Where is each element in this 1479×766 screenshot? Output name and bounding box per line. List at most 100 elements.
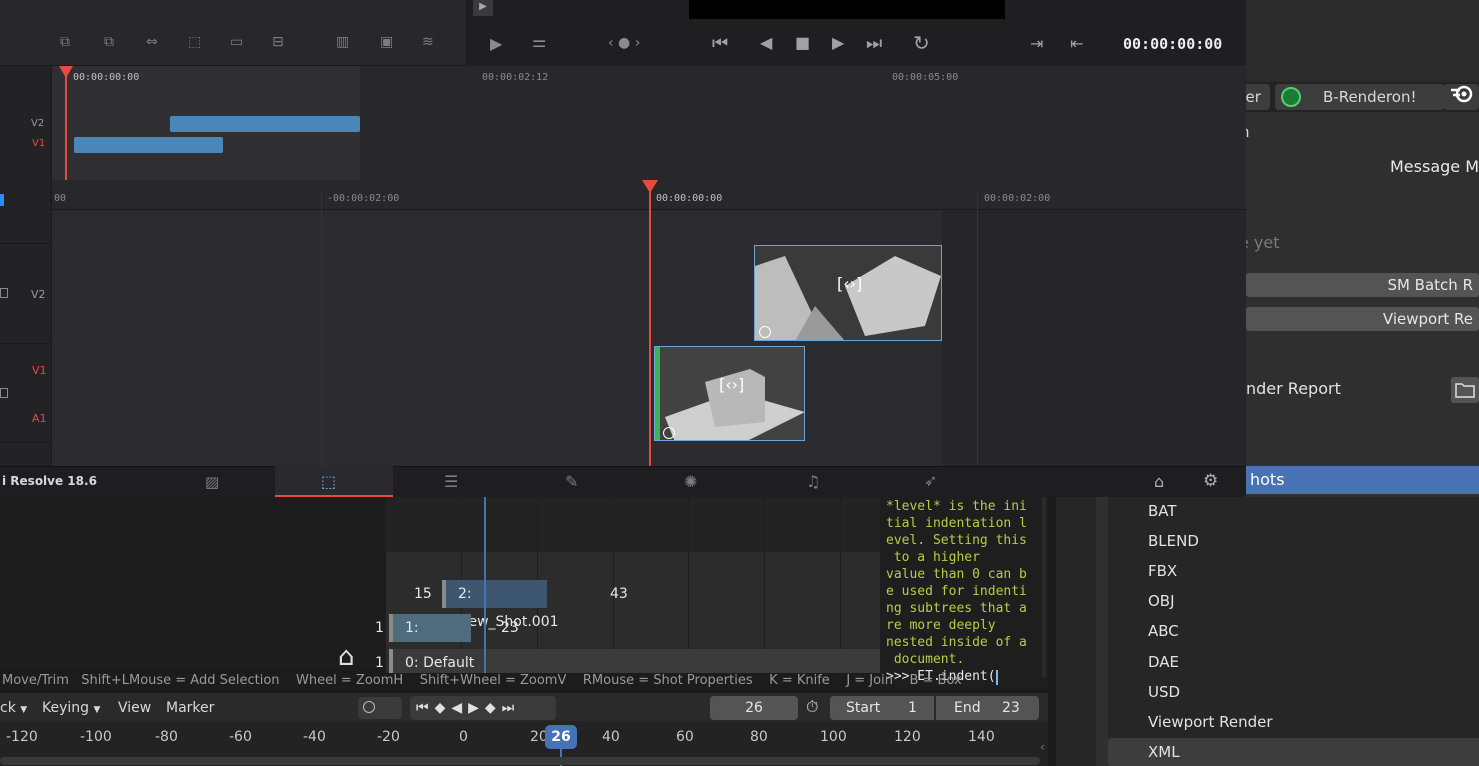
button-label: SM Batch R [1387, 276, 1473, 294]
color-page-icon[interactable]: ✺ [684, 472, 697, 491]
export-item-fbx[interactable]: FBX [1108, 557, 1479, 585]
home-icon[interactable]: ⌂ [1154, 472, 1164, 491]
first-frame-icon[interactable]: ⏮ [712, 33, 728, 54]
playback-controls[interactable]: ⏮◆◀▶◆⏭ [410, 696, 556, 720]
folder-button[interactable] [1451, 377, 1479, 403]
fusion-page-icon[interactable]: ✎ [565, 472, 578, 491]
shot-strip-0[interactable]: 0: Default [389, 649, 880, 673]
loop-play-icon[interactable]: ▶ [490, 34, 502, 53]
console-line: value than 0 can b [886, 567, 1027, 582]
playhead[interactable] [649, 180, 651, 466]
mini-ruler-tick: 00:00:02:12 [482, 72, 549, 83]
marker-menu[interactable]: Marker [166, 700, 214, 716]
console-line: document. [886, 652, 965, 667]
render-report-label: nder Report [1246, 379, 1341, 398]
film-icon [0, 388, 8, 398]
mini-playhead[interactable] [65, 66, 67, 180]
waveform-icon[interactable]: ≋ [422, 34, 434, 50]
settings-sliders-icon[interactable]: ⚌ [532, 32, 546, 51]
console-line: *level* is the ini [886, 499, 1027, 514]
keying-menu[interactable]: Keying ▼ [42, 700, 100, 716]
prev-marker-icon[interactable]: ‹ ● › [608, 35, 640, 51]
record-icon [363, 701, 375, 713]
tab-b-renderon[interactable]: B-Renderon! [1275, 84, 1445, 110]
media-page-icon[interactable]: ▨ [205, 473, 219, 491]
statusbar-text: Move/Trim Shift+LMouse = Add Selection W… [2, 673, 962, 688]
prev-edit-icon[interactable]: ⇤ [1070, 34, 1083, 53]
replace-clip-icon[interactable]: ⇔ [146, 34, 158, 50]
cut-page-icon: ⬚ [321, 472, 337, 491]
ruler-tick-label: -40 [303, 729, 326, 745]
viewer-play-mini[interactable]: ▶ [473, 0, 493, 16]
shots-header[interactable]: hots [1246, 466, 1479, 494]
export-item-usd[interactable]: USD [1108, 678, 1479, 706]
timeline-empty [942, 211, 1246, 466]
start-frame-field[interactable]: Start 1 [830, 696, 934, 720]
viewport-render-button[interactable]: Viewport Re [1246, 307, 1479, 331]
loop-icon[interactable]: ↻ [913, 31, 930, 55]
mini-clip-v1[interactable] [74, 137, 223, 153]
console-line: to a higher [886, 550, 980, 565]
play-icon[interactable]: ▶ [832, 33, 844, 52]
clip-v2[interactable]: [‹›] [754, 245, 942, 341]
stop-icon[interactable]: ■ [795, 33, 810, 52]
export-item-bat[interactable]: BAT [1108, 497, 1479, 525]
ripple-overwrite-icon[interactable]: ⊟ [272, 34, 284, 50]
reverse-play-icon[interactable]: ◀ [760, 33, 772, 52]
export-item-viewport-render[interactable]: Viewport Render [1108, 708, 1479, 736]
stopwatch-icon[interactable]: ⏱ [806, 697, 818, 717]
seq-gridline [764, 497, 765, 673]
export-item-label: OBJ [1148, 592, 1175, 610]
fit-to-fill-icon[interactable]: ⬚ [188, 34, 201, 50]
gear-icon[interactable]: ⚙ [1203, 471, 1218, 491]
gridline [977, 190, 978, 466]
console-line: e used for indenti [886, 584, 1027, 599]
folder-icon [1455, 383, 1475, 398]
start-label: Start [846, 700, 881, 716]
divider [0, 343, 52, 344]
console-line: nested inside of a [886, 635, 1027, 650]
timeline-scrollbar[interactable] [0, 757, 1040, 765]
console-line: re more deeply [886, 618, 996, 633]
ruler-tick: -00:00:02:00 [327, 193, 400, 204]
chevron-left-icon[interactable]: ‹ [1040, 740, 1045, 754]
gridline [321, 190, 322, 466]
current-frame-field[interactable]: 26 [710, 696, 798, 720]
playback-menu[interactable]: ck ▼ [0, 700, 27, 716]
next-edit-icon[interactable]: ⇥ [1030, 34, 1043, 53]
clip-v1[interactable]: [‹›] [654, 346, 805, 441]
end-label: End [954, 700, 981, 716]
cut-page-tab[interactable]: ⬚ [275, 466, 393, 497]
playhead-handle[interactable] [642, 180, 658, 193]
end-frame-field[interactable]: End 23 [936, 696, 1039, 720]
picture-icon[interactable]: ▣ [380, 34, 393, 50]
tab-blender-logo[interactable] [1444, 84, 1479, 110]
export-item-label: BAT [1148, 502, 1177, 520]
fairlight-page-icon[interactable]: ♫ [806, 472, 820, 491]
export-item-abc[interactable]: ABC [1108, 617, 1479, 645]
insert-clip-icon[interactable]: ⧉ [60, 34, 70, 50]
place-on-top-icon[interactable]: ▭ [230, 34, 243, 50]
deliver-page-icon[interactable]: ➶ [924, 471, 937, 490]
shot-strip-1[interactable]: 1: New_Shot [389, 614, 474, 664]
append-end-icon[interactable]: ▥ [336, 34, 349, 50]
auto-keying-toggle[interactable] [358, 697, 402, 719]
timecode-display: 00:00:00:00 [1123, 35, 1223, 53]
last-frame-icon[interactable]: ⏭ [866, 33, 882, 54]
overwrite-clip-icon[interactable]: ⧉ [104, 34, 114, 50]
console-scrollbar[interactable] [1042, 497, 1046, 677]
export-item-obj[interactable]: OBJ [1108, 587, 1479, 615]
export-item-blend[interactable]: BLEND [1108, 527, 1479, 555]
sm-batch-render-button[interactable]: SM Batch R [1246, 273, 1479, 297]
seq-gridline [688, 497, 689, 673]
view-menu[interactable]: View [118, 700, 151, 716]
frame-playhead[interactable]: 26 [545, 725, 577, 749]
shot-strip-2[interactable]: 2: New_Shot.001 [442, 580, 559, 630]
export-item-xml[interactable]: XML [1108, 738, 1479, 766]
mini-playhead-handle[interactable] [59, 66, 73, 78]
mini-clip-v2[interactable] [170, 116, 360, 132]
home-icon[interactable]: ⌂ [338, 644, 355, 670]
ruler-tick-label: 120 [894, 729, 921, 745]
export-item-dae[interactable]: DAE [1108, 648, 1479, 676]
edit-page-icon[interactable]: ☰ [444, 472, 458, 491]
